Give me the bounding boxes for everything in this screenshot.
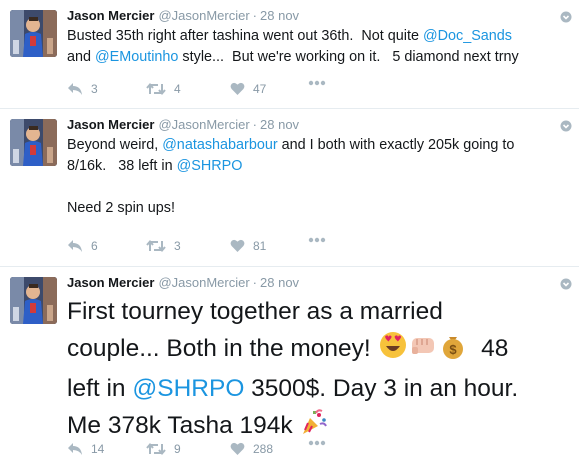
tweet-text-segment: Beyond weird,: [67, 137, 163, 153]
author-handle[interactable]: @JasonMercier: [158, 117, 249, 132]
author-name[interactable]: Jason Mercier: [67, 275, 154, 290]
tweet-text: Beyond weird, @natashabarbour and I both…: [67, 135, 572, 219]
like-count: 47: [253, 82, 267, 96]
retweet-button[interactable]: 4: [146, 80, 181, 98]
tweet-time[interactable]: 28 nov: [260, 275, 299, 290]
heart-eyes-emoji: [378, 330, 408, 371]
avatar[interactable]: [10, 277, 57, 324]
like-button[interactable]: 288: [230, 440, 273, 458]
tweet-header: Jason Mercier @JasonMercier · 28 nov: [67, 275, 299, 291]
reply-icon: [67, 442, 83, 456]
caret-icon[interactable]: [560, 277, 572, 290]
tweet-time[interactable]: 28 nov: [260, 117, 299, 132]
more-button[interactable]: [308, 80, 326, 86]
more-dots-icon: [308, 440, 326, 446]
author-handle[interactable]: @JasonMercier: [158, 8, 249, 23]
tweet-text-segment: and: [67, 49, 92, 65]
reply-count: 3: [91, 82, 98, 96]
mention-link[interactable]: @natashabarbour: [162, 137, 277, 153]
tweet-text-segment: Need 2 spin ups!: [67, 200, 176, 216]
punch-emoji: [408, 330, 438, 371]
like-button[interactable]: 81: [230, 237, 266, 255]
retweet-count: 4: [174, 82, 181, 96]
tweet-header: Jason Mercier @JasonMercier · 28 nov: [67, 117, 299, 133]
tweet-text-segment: Busted 35th right after tashina went out…: [67, 28, 423, 44]
more-button[interactable]: [308, 440, 326, 446]
author-handle[interactable]: @JasonMercier: [158, 275, 249, 290]
avatar[interactable]: [10, 10, 57, 57]
tweet[interactable]: Jason Mercier @JasonMercier · 28 nov Busted…: [0, 0, 579, 109]
mention-link[interactable]: @SHRPO: [177, 158, 243, 174]
retweet-icon: [146, 239, 166, 253]
reply-count: 6: [91, 239, 98, 253]
heart-icon: [230, 442, 245, 456]
retweet-button[interactable]: 3: [146, 237, 181, 255]
reply-button[interactable]: 6: [67, 237, 98, 255]
tweet-text: Busted 35th right after tashina went out…: [67, 26, 572, 68]
author-name[interactable]: Jason Mercier: [67, 8, 154, 23]
tweet-text: First tourney together as a married coup…: [67, 294, 572, 448]
mention-link[interactable]: @SHRPO: [132, 375, 244, 402]
separator-dot: ·: [252, 117, 258, 132]
author-name[interactable]: Jason Mercier: [67, 117, 154, 132]
caret-icon[interactable]: [560, 119, 572, 132]
reply-button[interactable]: 3: [67, 80, 98, 98]
tweet[interactable]: Jason Mercier @JasonMercier · 28 nov First …: [0, 267, 579, 466]
reply-count: 14: [91, 442, 105, 456]
retweet-button[interactable]: 9: [146, 440, 181, 458]
more-button[interactable]: [308, 237, 326, 243]
like-count: 81: [253, 239, 267, 253]
reply-button[interactable]: 14: [67, 440, 104, 458]
more-dots-icon: [308, 237, 326, 243]
separator-dot: ·: [252, 8, 258, 23]
caret-icon[interactable]: [560, 10, 572, 23]
reply-icon: [67, 239, 83, 253]
retweet-icon: [146, 82, 166, 96]
retweet-count: 9: [174, 442, 181, 456]
heart-icon: [230, 239, 245, 253]
tweet-timeline: Jason Mercier @JasonMercier · 28 nov Busted…: [0, 0, 579, 466]
heart-icon: [230, 82, 245, 96]
avatar[interactable]: [10, 119, 57, 166]
like-count: 288: [253, 442, 274, 456]
separator-dot: ·: [252, 275, 258, 290]
mention-link[interactable]: @EMoutinho: [95, 49, 178, 65]
money-bag-emoji: $: [438, 330, 468, 371]
tweet[interactable]: Jason Mercier @JasonMercier · 28 nov Beyond…: [0, 109, 579, 267]
retweet-icon: [146, 442, 166, 456]
more-dots-icon: [308, 80, 326, 86]
svg-text:$: $: [449, 342, 457, 357]
tweet-text-segment: style... But we're working on it. 5 diam…: [178, 49, 519, 65]
tweet-time[interactable]: 28 nov: [260, 8, 299, 23]
reply-icon: [67, 82, 83, 96]
retweet-count: 3: [174, 239, 181, 253]
like-button[interactable]: 47: [230, 80, 266, 98]
tweet-header: Jason Mercier @JasonMercier · 28 nov: [67, 8, 299, 24]
mention-link[interactable]: @Doc_Sands: [423, 28, 512, 44]
